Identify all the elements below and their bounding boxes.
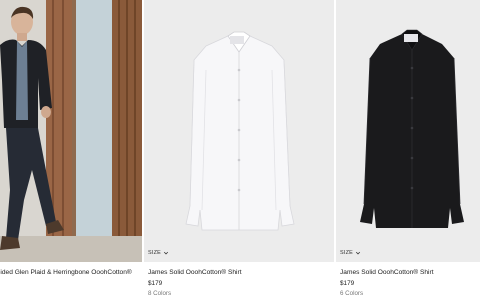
product-grid: Sided Glen Plaid & Herringbone OoohCotto… xyxy=(0,0,480,300)
product-colors-count[interactable]: 6 Colors xyxy=(340,289,478,298)
product-info: James Solid OoohCotton® Shirt $179 6 Col… xyxy=(340,268,478,298)
product-name[interactable]: James Solid OoohCotton® Shirt xyxy=(148,268,332,277)
size-selector[interactable]: SIZE xyxy=(340,250,361,256)
size-label: SIZE xyxy=(340,250,354,256)
product-price: $179 xyxy=(148,280,163,287)
white-shirt-image xyxy=(144,0,334,262)
product-card[interactable]: SIZE James Solid OoohCotton® Shirt $179 … xyxy=(336,0,480,300)
product-name[interactable]: James Solid OoohCotton® Shirt xyxy=(340,268,478,277)
product-image-black-shirt[interactable]: SIZE xyxy=(336,0,480,262)
chevron-down-icon xyxy=(355,251,361,255)
size-label: SIZE xyxy=(148,250,162,256)
product-colors-count[interactable]: 8 Colors xyxy=(148,289,332,298)
product-name[interactable]: Sided Glen Plaid & Herringbone OoohCotto… xyxy=(0,268,140,277)
chevron-down-icon xyxy=(163,251,169,255)
product-info: Sided Glen Plaid & Herringbone OoohCotto… xyxy=(0,268,140,277)
product-card[interactable]: SIZE James Solid OoohCotton® Shirt $179 … xyxy=(144,0,334,300)
model-photo xyxy=(0,0,142,262)
product-info: James Solid OoohCotton® Shirt $179 8 Col… xyxy=(148,268,332,298)
product-image-model[interactable] xyxy=(0,0,142,262)
product-card[interactable]: Sided Glen Plaid & Herringbone OoohCotto… xyxy=(0,0,142,300)
size-selector[interactable]: SIZE xyxy=(148,250,169,256)
product-price: $179 xyxy=(340,280,355,287)
product-image-white-shirt[interactable]: SIZE xyxy=(144,0,334,262)
black-shirt-image xyxy=(336,0,480,262)
